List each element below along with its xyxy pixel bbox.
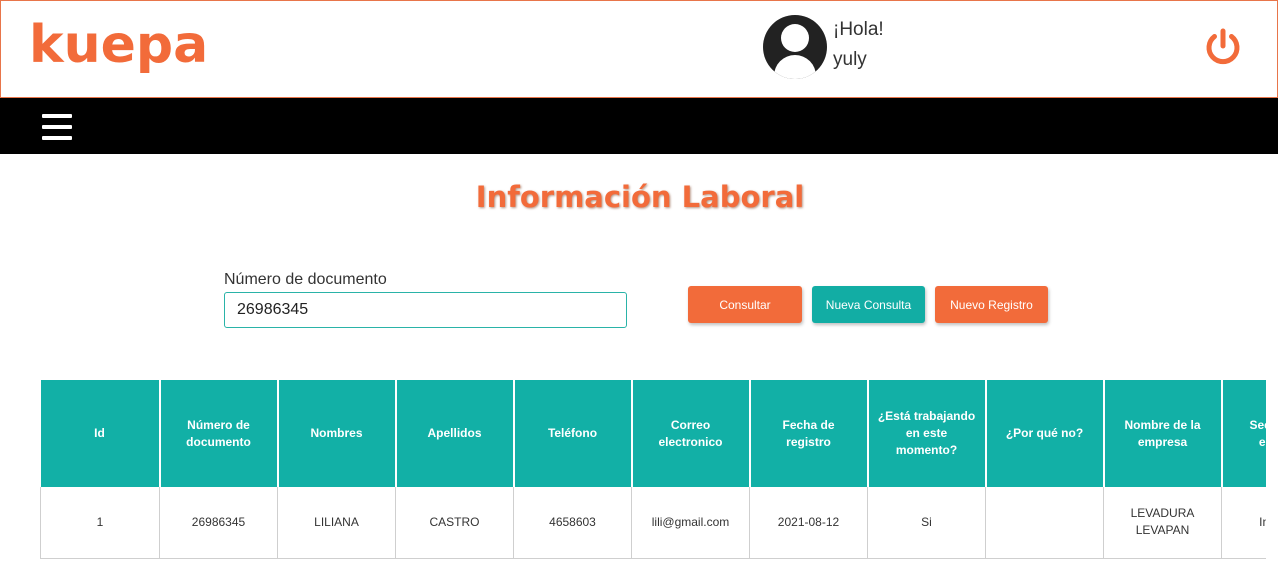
table-cell: 4658603 bbox=[513, 487, 632, 559]
column-header: Apellidos bbox=[395, 380, 515, 487]
navbar bbox=[0, 98, 1278, 154]
results-table: Id Número de documento Nombres Apellidos… bbox=[40, 380, 1266, 559]
column-header: Id bbox=[40, 380, 161, 487]
column-header: Sector de la empresa bbox=[1221, 380, 1266, 487]
column-header: Número de documento bbox=[159, 380, 279, 487]
hamburger-menu-icon[interactable] bbox=[42, 114, 72, 140]
table-row: 1 26986345 LILIANA CASTRO 4658603 lili@g… bbox=[40, 487, 1266, 559]
results-table-container[interactable]: Id Número de documento Nombres Apellidos… bbox=[40, 380, 1266, 560]
column-header: ¿Está trabajando en este momento? bbox=[867, 380, 987, 487]
greeting-text: ¡Hola! bbox=[833, 19, 884, 40]
table-cell: Si bbox=[867, 487, 986, 559]
nuevo-registro-button[interactable]: Nuevo Registro bbox=[935, 286, 1048, 323]
consultar-button[interactable]: Consultar bbox=[688, 286, 802, 323]
column-header: Nombres bbox=[277, 380, 397, 487]
table-cell: 1 bbox=[40, 487, 160, 559]
table-cell: LEVADURA LEVAPAN bbox=[1103, 487, 1222, 559]
nueva-consulta-button[interactable]: Nueva Consulta bbox=[812, 286, 925, 323]
column-header: Fecha de registro bbox=[749, 380, 869, 487]
user-avatar-icon bbox=[763, 15, 827, 79]
table-cell: lili@gmail.com bbox=[631, 487, 750, 559]
username-text: yuly bbox=[833, 49, 867, 70]
top-header: kuepa ¡Hola! yuly bbox=[0, 0, 1278, 98]
table-cell: 26986345 bbox=[159, 487, 278, 559]
table-cell: LILIANA bbox=[277, 487, 396, 559]
column-header: Correo electronico bbox=[631, 380, 751, 487]
table-cell: CASTRO bbox=[395, 487, 514, 559]
column-header: Nombre de la empresa bbox=[1103, 380, 1223, 487]
table-cell: Industrial bbox=[1221, 487, 1266, 559]
table-cell: 2021-08-12 bbox=[749, 487, 868, 559]
column-header: ¿Por qué no? bbox=[985, 380, 1105, 487]
column-header: Teléfono bbox=[513, 380, 633, 487]
table-header-row: Id Número de documento Nombres Apellidos… bbox=[40, 380, 1266, 487]
table-cell bbox=[985, 487, 1104, 559]
document-number-label: Número de documento bbox=[224, 271, 387, 288]
kuepa-logo[interactable]: kuepa bbox=[29, 15, 208, 75]
page-title: Información Laboral bbox=[475, 180, 805, 214]
document-number-input[interactable] bbox=[224, 292, 627, 328]
power-icon[interactable] bbox=[1202, 27, 1244, 69]
